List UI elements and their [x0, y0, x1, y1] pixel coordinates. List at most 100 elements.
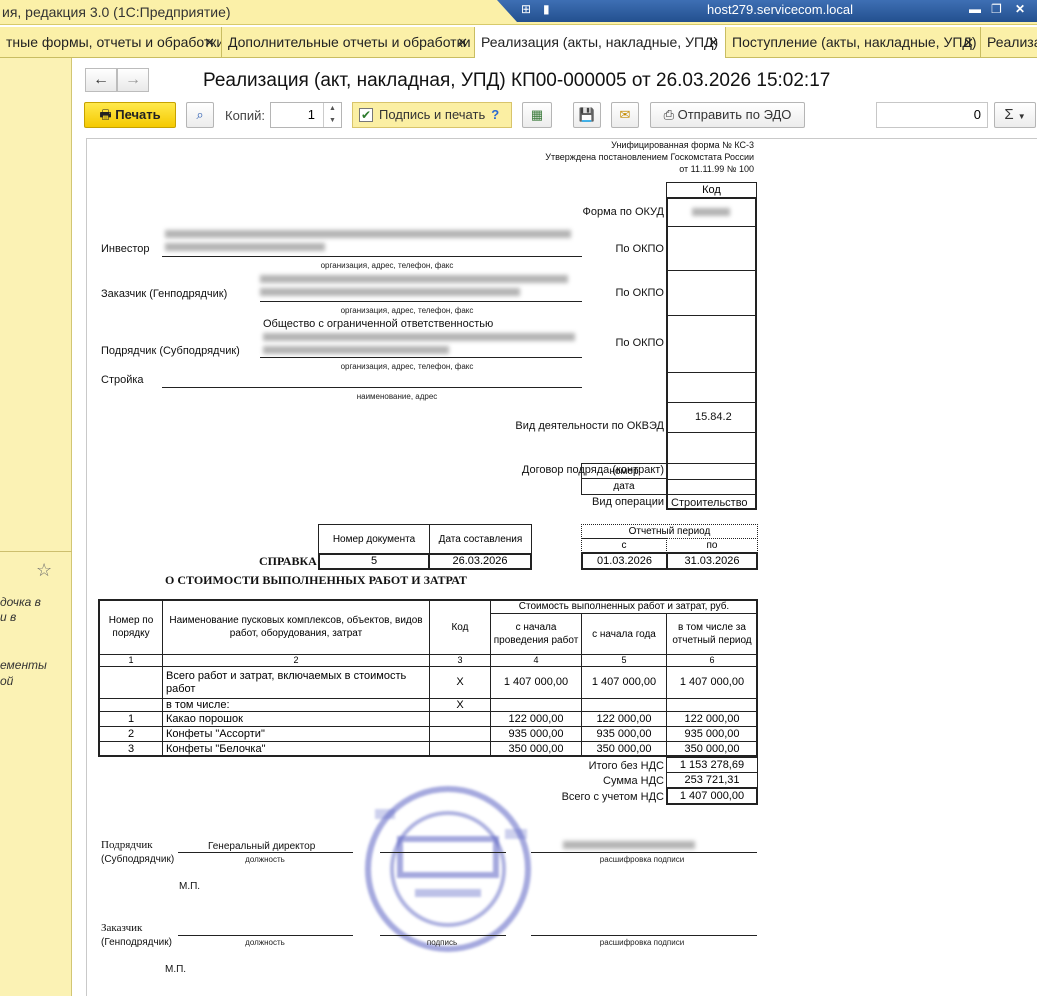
form-header-line: Утверждена постановлением Госкомстата Ро…	[545, 152, 754, 162]
tab-receipt-documents[interactable]: Поступление (акты, накладные, УПД) ✕	[726, 27, 981, 58]
forward-button[interactable]: →	[117, 68, 149, 92]
minimize-icon[interactable]: ▬	[969, 2, 981, 16]
tab-label: Реализа	[987, 34, 1037, 50]
edit-table-icon: ▦	[530, 107, 544, 122]
side-text: дочка в	[0, 595, 41, 609]
docnum-header: Номер документа	[318, 524, 430, 554]
redacted-customer	[260, 275, 568, 283]
grand-total-value: 1 407 000,00	[666, 787, 758, 805]
table-row-name: Какао порошок	[162, 711, 430, 727]
redacted-customer	[260, 288, 520, 296]
stamp-place-label: М.П.	[179, 881, 201, 892]
close-tab-icon[interactable]: ✕	[708, 27, 719, 58]
email-button[interactable]: ✉	[611, 102, 639, 128]
print-button[interactable]: 🖶 Печать	[84, 102, 176, 128]
table-row-c4: 350 000,00	[490, 741, 582, 757]
table-row-c5: 350 000,00	[581, 741, 667, 757]
tab-additional-reports[interactable]: Дополнительные отчеты и обработки ✕	[222, 27, 475, 58]
title-bar: ия, редакция 3.0 (1С:Предприятие) ⊞ ▮ ho…	[0, 0, 1037, 25]
app-title: ия, редакция 3.0 (1С:Предприятие)	[2, 4, 231, 20]
edit-button[interactable]: ▦	[522, 102, 552, 128]
contractor-sign-label2: (Субподрядчик)	[101, 854, 175, 865]
sigma-icon: Σ	[1004, 106, 1014, 123]
table-header-c5: с начала года	[581, 613, 667, 655]
close-tab-icon[interactable]: ✕	[457, 27, 468, 58]
okved-label: Вид деятельности по ОКВЭД	[515, 420, 664, 432]
okpo-label: По ОКПО	[615, 243, 664, 255]
remote-host-name: host279.servicecom.local	[707, 2, 853, 17]
site-label: Стройка	[101, 374, 144, 386]
side-text: ементы	[0, 658, 47, 672]
redacted-contractor	[263, 333, 575, 341]
grand-total-label: Всего с учетом НДС	[561, 791, 664, 803]
docnum-value: 5	[318, 553, 430, 570]
edo-icon: ⎙	[663, 107, 674, 122]
table-row-name: Конфеты "Белочка"	[162, 741, 430, 757]
contractor-sign-label: Подрядчик	[101, 839, 153, 851]
sum-field: 0	[876, 102, 988, 128]
table-header-name: Наименование пусковых комплексов, объект…	[162, 599, 430, 655]
table-row-name: Конфеты "Ассорти"	[162, 726, 430, 742]
incl-num	[99, 698, 163, 712]
okpo-label: По ОКПО	[615, 337, 664, 349]
sign-and-stamp-checkbox[interactable]: ✔ Подпись и печать?	[352, 102, 512, 128]
table-row-c6: 350 000,00	[666, 741, 758, 757]
tab-label: тные формы, отчеты и обработки	[6, 34, 222, 50]
decode-caption: расшифровка подписи	[599, 855, 685, 864]
total-c5: 1 407 000,00	[581, 666, 667, 699]
position-caption: должность	[245, 855, 285, 864]
customer-sign-label2: (Генподрядчик)	[101, 937, 172, 948]
print-button-label: Печать	[115, 107, 161, 122]
favorite-star-icon[interactable]: ☆	[36, 560, 52, 581]
vat-value: 253 721,31	[666, 772, 758, 788]
copies-value: 1	[307, 107, 315, 122]
preview-button[interactable]: ⌕	[186, 102, 214, 128]
okved-value: 15.84.2	[695, 411, 732, 423]
table-row-c4: 935 000,00	[490, 726, 582, 742]
incl-code: X	[429, 698, 491, 712]
divider	[0, 551, 72, 552]
table-row-c6: 122 000,00	[666, 711, 758, 727]
contractor-position: Генеральный директор	[208, 841, 316, 852]
print-form-document: Унифицированная форма № КС-3 Утверждена …	[86, 138, 1037, 996]
tab-sales-document[interactable]: Реализация (акты, накладные, УПД) ✕	[475, 27, 726, 58]
document-window: ← → Реализация (акт, накладная, УПД) КП0…	[73, 58, 1037, 996]
signature-caption: подпись	[426, 938, 458, 947]
table-row-c5: 122 000,00	[581, 711, 667, 727]
copies-input[interactable]: 1 ▲ ▼	[270, 102, 342, 128]
total-num	[99, 666, 163, 699]
org-caption: организация, адрес, телефон, факс	[320, 261, 454, 270]
total-c4: 1 407 000,00	[490, 666, 582, 699]
close-icon[interactable]: ✕	[1015, 2, 1025, 16]
arrow-left-icon: ←	[93, 71, 109, 88]
envelope-icon: ✉	[619, 107, 631, 122]
copies-label: Копий:	[225, 108, 265, 123]
redacted-okud	[692, 208, 730, 216]
help-icon[interactable]: ?	[491, 107, 499, 122]
pin-icon[interactable]: ⊞	[521, 2, 531, 16]
contract-number-label: номер	[581, 463, 667, 479]
sum-mode-button[interactable]: Σ ▼	[994, 102, 1036, 128]
code-header: Код	[666, 182, 757, 198]
table-row-c6: 935 000,00	[666, 726, 758, 742]
send-edo-button[interactable]: ⎙ Отправить по ЭДО	[650, 102, 805, 128]
save-button[interactable]: 💾	[573, 102, 601, 128]
tab-sales-truncated[interactable]: Реализа	[981, 27, 1037, 58]
period-from-label: с	[581, 538, 667, 553]
close-tab-icon[interactable]: ✕	[204, 27, 215, 58]
tab-print-forms[interactable]: тные формы, отчеты и обработки ✕	[0, 27, 222, 58]
tab-label: Поступление (акты, накладные, УПД)	[732, 34, 977, 50]
restore-icon[interactable]: ❐	[991, 2, 1002, 16]
incl-label: в том числе:	[162, 698, 430, 712]
table-row-c4: 122 000,00	[490, 711, 582, 727]
close-tab-icon[interactable]: ✕	[963, 27, 974, 58]
table-row-num: 2	[99, 726, 163, 742]
docdate-value: 26.03.2026	[428, 553, 532, 570]
copies-spinner[interactable]: ▲ ▼	[323, 103, 341, 127]
period-to-label: по	[666, 538, 758, 553]
back-button[interactable]: ←	[85, 68, 117, 92]
arrow-right-icon: →	[125, 71, 141, 88]
table-header-num: Номер по порядку	[99, 599, 163, 655]
send-edo-label: Отправить по ЭДО	[677, 107, 792, 122]
operation-value: Строительство	[671, 497, 748, 509]
